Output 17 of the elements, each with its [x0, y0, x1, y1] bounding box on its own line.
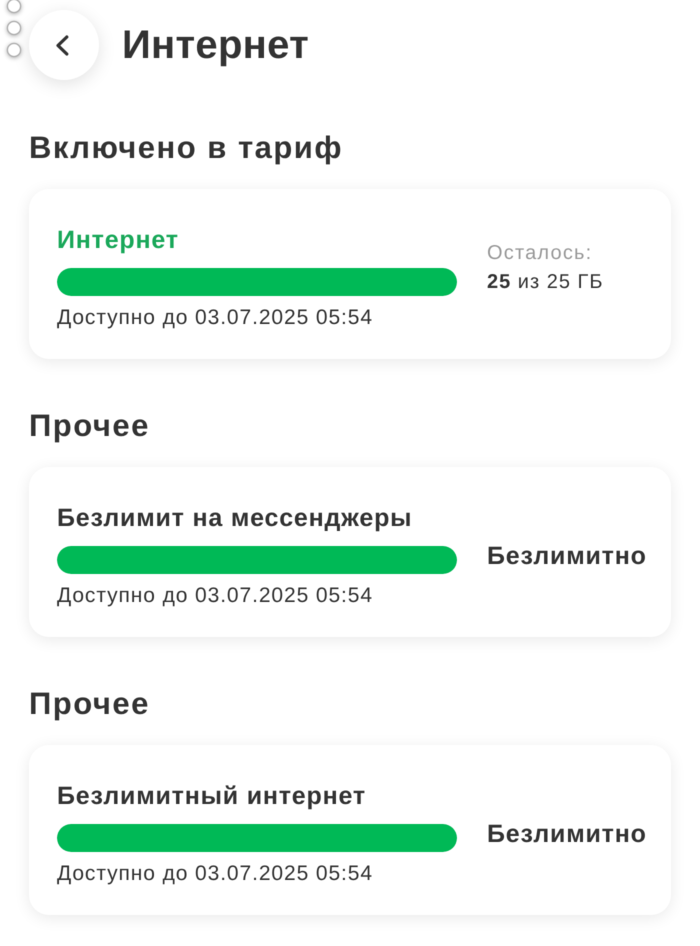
package-name: Безлимит на мессенджеры	[57, 503, 414, 533]
expiry-date: Доступно до 03.07.2025 05:54	[57, 584, 374, 608]
section-heading: Прочее	[29, 686, 151, 722]
section-heading: Включено в тариф	[29, 130, 344, 166]
ring-icon	[6, 42, 22, 58]
expiry-date: Доступно до 03.07.2025 05:54	[57, 862, 374, 886]
package-name: Интернет	[57, 225, 180, 255]
expiry-date: Доступно до 03.07.2025 05:54	[57, 306, 374, 330]
ring-icon	[6, 20, 22, 36]
unlimited-label: Безлимитно	[487, 818, 648, 848]
chevron-left-icon	[55, 34, 69, 56]
remaining-label: Осталось:	[487, 240, 594, 266]
remaining-amount: 25 из 25 ГБ	[487, 270, 604, 294]
section-heading: Прочее	[29, 408, 151, 444]
package-name: Безлимитный интернет	[57, 781, 367, 811]
unlimited-label: Безлимитно	[487, 540, 648, 570]
page-title: Интернет	[122, 22, 310, 68]
